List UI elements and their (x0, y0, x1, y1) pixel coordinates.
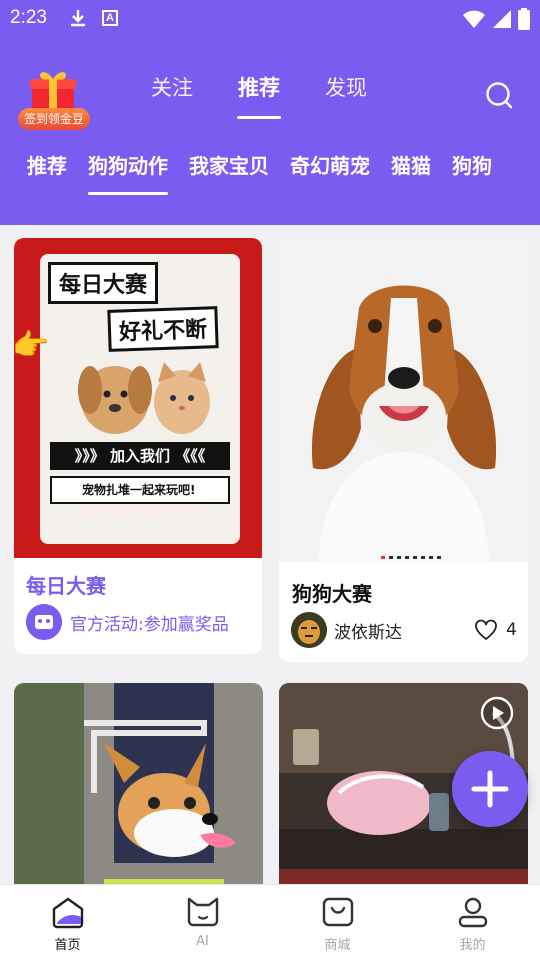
shopping-bag-icon (322, 897, 353, 927)
contest-poster-image: 每日大赛 好礼不断 》》》 加入我们 《《《 宠物扎堆一起来玩吧! # 有奖话题… (14, 238, 262, 558)
nav-ai[interactable]: AI (135, 885, 270, 960)
card-title: 每日大赛 (26, 574, 106, 598)
status-right (462, 8, 530, 30)
play-video-icon[interactable] (479, 695, 515, 731)
category-my-baby[interactable]: 我家宝贝 (189, 150, 269, 179)
nav-mall[interactable]: 商城 (270, 885, 405, 960)
tab-recommend[interactable]: 推荐 (237, 72, 281, 119)
photo-pager-dots (381, 556, 441, 559)
nav-me[interactable]: 我的 (405, 885, 540, 960)
poster-headline: 每日大赛 (48, 262, 159, 304)
poster-panel: 每日大赛 好礼不断 》》》 加入我们 《《《 宠物扎堆一起来玩吧! (40, 254, 240, 544)
feed-card-dog-contest[interactable]: 狗狗大赛 波依斯达 4 (279, 238, 528, 662)
category-tabs: 推荐 狗狗动作 我家宝贝 奇幻萌宠 猫猫 狗狗 (27, 150, 492, 195)
nav-label: AI (196, 934, 209, 949)
like-button[interactable]: 4 (474, 619, 517, 641)
poster-join-banner: 》》》 加入我们 《《《 (50, 442, 230, 470)
status-time: 2:23 (10, 7, 47, 28)
wifi-icon (463, 10, 485, 28)
poster-hashtags: # 有奖话题大赛 赢好物有好礼 (63, 508, 213, 521)
checkin-gift-button[interactable]: 签到领金豆 (18, 70, 90, 132)
tab-follow[interactable]: 关注 (150, 72, 194, 102)
tab-discover[interactable]: 发现 (324, 72, 368, 102)
checkin-badge: 签到领金豆 (18, 108, 90, 130)
status-bar: 2:23 A (0, 0, 540, 38)
person-icon (458, 897, 487, 928)
beagle-photo (279, 238, 528, 562)
app-header: 2:23 A 签到领金豆 关注 推荐 发现 推荐 狗狗动作 我家宝贝 奇幻萌宠 (0, 0, 540, 225)
home-icon (52, 897, 83, 929)
pointing-hand-icon: 👉 (14, 328, 50, 363)
like-count: 4 (506, 620, 517, 640)
nav-label: 我的 (459, 938, 486, 953)
category-cats[interactable]: 猫猫 (391, 150, 431, 179)
battery-icon (518, 8, 530, 30)
category-dogs[interactable]: 狗狗 (452, 150, 492, 179)
feed-card-corgi[interactable] (14, 683, 263, 903)
top-tabs: 关注 推荐 发现 (150, 72, 368, 119)
category-recommend[interactable]: 推荐 (27, 150, 67, 179)
bottom-nav: 首页 AI 商城 我的 (0, 884, 540, 960)
heart-icon (475, 619, 498, 641)
card-title: 狗狗大赛 (292, 582, 372, 606)
poster-tagline: 好礼不断 (107, 306, 219, 352)
card-author-row: 官方活动:参加赢奖品 (26, 604, 229, 640)
card-author-row: 波依斯达 4 (291, 612, 517, 648)
official-avatar (26, 604, 62, 640)
card-subtitle: 官方活动:参加赢奖品 (70, 614, 229, 635)
category-dog-actions[interactable]: 狗狗动作 (88, 150, 168, 195)
download-icon (71, 10, 85, 27)
nav-home[interactable]: 首页 (0, 885, 135, 960)
poster-sub-banner: 宠物扎堆一起来玩吧! (50, 476, 230, 504)
signal-icon (493, 10, 511, 28)
nav-label: 首页 (54, 938, 81, 953)
author-name[interactable]: 波依斯达 (334, 618, 474, 643)
search-icon[interactable] (484, 80, 514, 110)
a-notification-icon: A (102, 10, 118, 26)
puppy-kitten-illustration (78, 362, 210, 434)
corgi-photo (14, 683, 263, 903)
author-avatar[interactable] (291, 612, 327, 648)
cat-face-icon (187, 897, 218, 927)
feed-card-daily-contest[interactable]: 每日大赛 好礼不断 》》》 加入我们 《《《 宠物扎堆一起来玩吧! # 有奖话题… (14, 238, 262, 654)
nav-label: 商城 (324, 938, 351, 953)
create-post-button[interactable] (452, 751, 528, 827)
category-fantasy-pets[interactable]: 奇幻萌宠 (290, 150, 370, 179)
